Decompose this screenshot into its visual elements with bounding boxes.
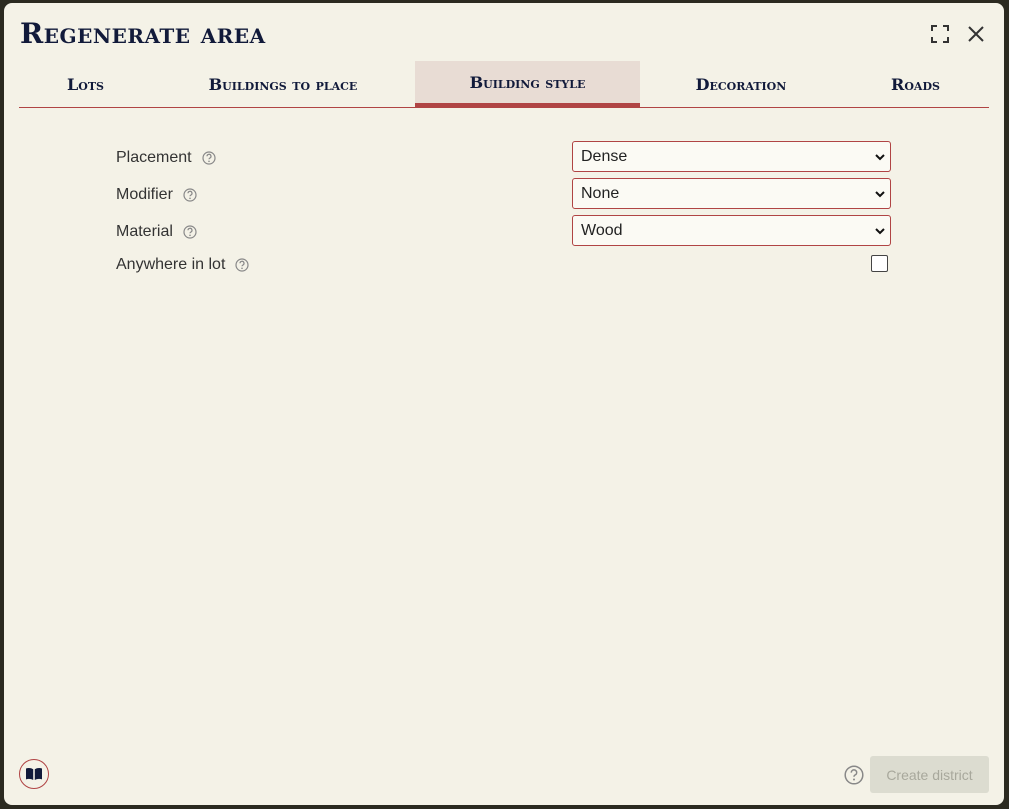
- anywhere-in-lot-row: Anywhere in lot: [116, 249, 249, 281]
- chevron-down-icon: [874, 151, 886, 163]
- tab-roads[interactable]: Roads: [842, 61, 989, 107]
- book-icon: [26, 768, 42, 780]
- material-row: Material: [116, 216, 197, 248]
- regenerate-area-dialog: Regenerate area Lots Buildings to place …: [4, 3, 1004, 805]
- anywhere-in-lot-checkbox[interactable]: [871, 255, 888, 272]
- placement-value: Dense: [581, 147, 628, 165]
- help-circle-icon[interactable]: [235, 258, 249, 272]
- modifier-select[interactable]: None: [572, 178, 891, 209]
- help-circle-icon[interactable]: [183, 188, 197, 202]
- create-district-button[interactable]: Create district: [870, 756, 989, 793]
- chevron-down-icon: [874, 225, 886, 237]
- material-value: Wood: [581, 221, 623, 239]
- tab-bar: Lots Buildings to place Building style D…: [19, 61, 989, 108]
- maximize-icon: [931, 25, 949, 43]
- footer-help-button[interactable]: [843, 764, 865, 786]
- modifier-value: None: [581, 184, 620, 202]
- tab-lots[interactable]: Lots: [19, 61, 152, 107]
- material-label: Material: [116, 223, 173, 240]
- maximize-button[interactable]: [927, 21, 953, 47]
- help-circle-icon: [844, 765, 864, 785]
- manual-button[interactable]: [19, 759, 49, 789]
- modifier-label: Modifier: [116, 186, 173, 203]
- material-select[interactable]: Wood: [572, 215, 891, 246]
- chevron-down-icon: [874, 188, 886, 200]
- placement-row: Placement: [116, 142, 216, 174]
- close-button[interactable]: [963, 21, 989, 47]
- help-circle-icon[interactable]: [201, 151, 216, 165]
- placement-select[interactable]: Dense: [572, 141, 891, 172]
- placement-label: Placement: [116, 149, 192, 166]
- close-icon: [968, 26, 984, 42]
- tab-decoration[interactable]: Decoration: [640, 61, 842, 107]
- modifier-row: Modifier: [116, 179, 197, 211]
- anywhere-in-lot-label: Anywhere in lot: [116, 256, 226, 273]
- dialog-title: Regenerate area: [20, 17, 266, 50]
- tab-buildings-to-place[interactable]: Buildings to place: [152, 61, 414, 107]
- tab-building-style[interactable]: Building style: [415, 61, 640, 107]
- help-circle-icon[interactable]: [183, 225, 197, 239]
